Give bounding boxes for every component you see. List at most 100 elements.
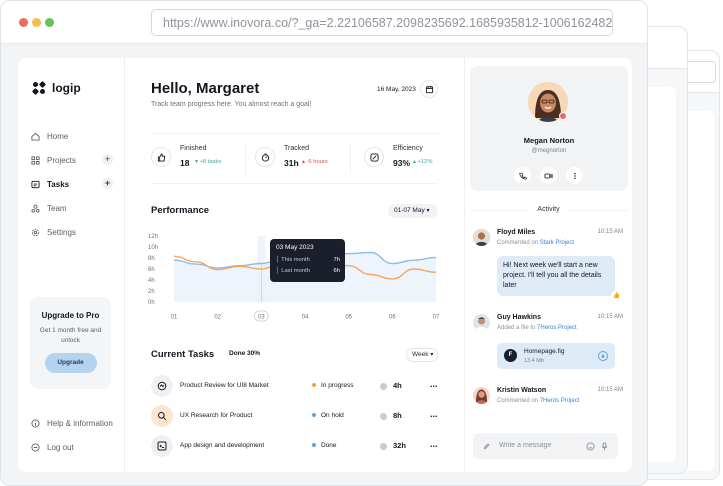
attachment-icon[interactable] <box>482 442 491 451</box>
clock-icon <box>380 412 387 420</box>
profile-handle: @megnorton <box>531 148 567 154</box>
chart-up-icon <box>364 147 384 167</box>
add-project-button[interactable]: + <box>102 154 113 165</box>
tooltip-row-this-month: │ This month 7h <box>276 257 340 263</box>
phone-icon <box>518 172 527 180</box>
task-name: App design and development <box>180 442 265 449</box>
task-status: Done <box>312 442 337 449</box>
maximize-window-button[interactable] <box>45 18 54 27</box>
sidebar-item-label: Help & information <box>47 418 113 428</box>
app-container: logip Home Projects + Tasks + Team Setti… <box>18 58 632 472</box>
current-date: 16 May, 2023 <box>377 86 416 93</box>
sidebar-item-label: Home <box>47 131 69 141</box>
logo[interactable]: logip <box>32 81 81 95</box>
x-tick-label: 03 <box>258 315 265 321</box>
calendar-icon <box>425 85 433 93</box>
thumbs-up-icon <box>151 147 171 167</box>
sidebar-item-label: Settings <box>47 227 76 237</box>
task-status: In progress <box>312 382 354 389</box>
right-panel: Megan Norton @megnorton Activity Floyd M… <box>464 58 632 472</box>
emoji-icon[interactable] <box>586 442 595 451</box>
sidebar-item-home[interactable]: Home <box>31 128 113 144</box>
upgrade-description: Get 1 month free and unlock <box>39 327 102 344</box>
calendar-button[interactable] <box>420 80 438 98</box>
sidebar-item-help[interactable]: Help & information <box>31 415 126 431</box>
avatar <box>473 314 490 331</box>
sidebar-item-team[interactable]: Team <box>31 200 113 216</box>
status-indicator <box>559 112 567 120</box>
performance-title: Performance <box>151 205 210 216</box>
thumbs-up-reaction-icon[interactable]: 👍 <box>611 291 622 302</box>
task-row[interactable]: Product Review for UI8 Market In progres… <box>151 374 438 400</box>
y-tick-label: 10h <box>148 245 158 251</box>
activity-link[interactable]: 7Heros Project <box>537 325 577 331</box>
upgrade-button[interactable]: Upgrade <box>44 353 97 373</box>
address-bar[interactable]: https://www.inovora.co/?_ga=2.22106587.2… <box>151 9 613 36</box>
search-icon <box>151 405 173 427</box>
tasks-title: Current Tasks <box>151 349 215 360</box>
close-window-button[interactable] <box>19 18 28 27</box>
video-call-button[interactable] <box>540 167 557 184</box>
tooltip-row-last-month: │ Last month 6h <box>276 268 340 274</box>
chart-tooltip: 03 May 2023 │ This month 7h │ Last month 6… <box>270 239 345 282</box>
x-tick-label: 04 <box>302 315 309 321</box>
activity-name: Guy Hawkins <box>497 314 541 321</box>
message-input[interactable]: Write a message <box>473 433 618 459</box>
code-icon <box>151 435 173 457</box>
activity-time: 10:15 AM <box>597 229 623 235</box>
task-more-button[interactable]: ... <box>430 439 438 449</box>
profile-name: Megan Norton <box>523 136 575 145</box>
add-task-button[interactable]: + <box>102 178 113 189</box>
sidebar-item-projects[interactable]: Projects + <box>31 152 113 168</box>
date-range-select[interactable]: 01-07 May ▾ <box>388 204 438 218</box>
task-row[interactable]: UX Research for Product On hold 8h ... <box>151 404 438 430</box>
grid-icon <box>31 155 40 165</box>
stats-row: Finished 18 ▾ +8 tasks Tracked 31h ▴ -6 … <box>151 133 438 184</box>
activity-link[interactable]: 7Heros Project <box>540 398 580 404</box>
activity-item[interactable]: Guy Hawkins 10:15 AM Added a file to 7He… <box>473 314 623 334</box>
x-tick-label: 01 <box>171 315 178 321</box>
x-tick-label: 02 <box>214 315 221 321</box>
upgrade-card: Upgrade to Pro Get 1 month free and unlo… <box>30 297 111 389</box>
activity-item[interactable]: Kristin Watson 10:15 AM Commented on 7He… <box>473 387 623 407</box>
y-tick-label: 6h <box>148 267 155 273</box>
y-tick-label: 8h <box>148 256 155 262</box>
activity-description: Added a file to 7Heros Project <box>497 325 577 331</box>
gear-icon <box>31 228 40 236</box>
stat-value: 18 <box>180 158 190 168</box>
activity-time: 10:15 AM <box>597 387 623 393</box>
sidebar-item-tasks[interactable]: Tasks + <box>31 176 113 192</box>
page-title: Hello, Margaret <box>151 80 260 97</box>
sidebar-item-settings[interactable]: Settings <box>31 224 113 240</box>
task-more-button[interactable]: ... <box>430 409 438 419</box>
task-more-button[interactable]: ... <box>430 379 438 389</box>
video-icon <box>544 173 553 178</box>
activity-item[interactable]: Floyd Miles 10:15 AM Commented on Stark … <box>473 229 623 249</box>
sidebar-item-logout[interactable]: Log out <box>31 439 113 455</box>
tasks-done-percent: Done 30% <box>229 350 261 357</box>
activity-link[interactable]: Stark Project <box>540 240 574 246</box>
microphone-icon[interactable] <box>600 442 609 451</box>
message-bubble: Hi! Next week we'll start a new project.… <box>497 256 615 296</box>
task-name: Product Review for UI8 Market <box>180 382 269 389</box>
more-options-button[interactable] <box>566 167 583 184</box>
call-button[interactable] <box>514 167 531 184</box>
avatar <box>473 229 490 246</box>
task-row[interactable]: App design and development Done 32h ... <box>151 434 438 460</box>
task-time: 4h <box>380 381 402 390</box>
file-name: Homepage.fig <box>524 348 565 355</box>
clock-icon <box>380 382 387 390</box>
download-icon[interactable] <box>598 351 608 361</box>
stat-label: Efficiency <box>393 145 423 152</box>
y-tick-label: 0h <box>148 300 155 306</box>
task-time: 32h <box>380 441 406 450</box>
message-placeholder: Write a message <box>499 442 552 449</box>
tooltip-date: 03 May 2023 <box>276 244 314 251</box>
minimize-window-button[interactable] <box>32 18 41 27</box>
file-attachment[interactable]: F Homepage.fig 13.4 Mb <box>497 343 615 369</box>
y-tick-label: 4h <box>148 278 155 284</box>
clock-icon <box>380 442 387 450</box>
stat-change: ▾ +8 tasks <box>195 159 222 165</box>
team-icon <box>31 204 40 213</box>
tasks-period-select[interactable]: Week ▾ <box>406 348 438 362</box>
